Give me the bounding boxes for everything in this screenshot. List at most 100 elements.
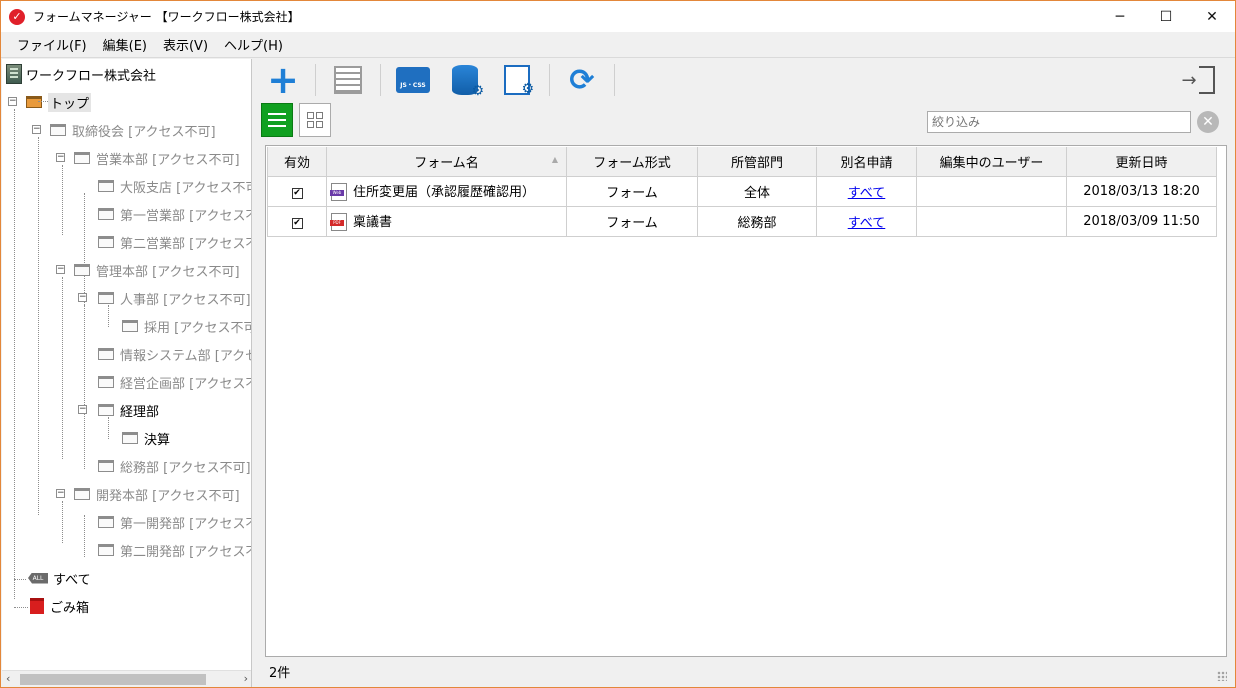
menu-file[interactable]: ファイル(F)	[9, 35, 95, 54]
alias-link[interactable]: すべて	[848, 186, 886, 201]
trash-icon	[30, 598, 44, 614]
app-logo-icon: ✓	[9, 8, 25, 25]
column-header-form-name[interactable]: フォーム名 ▲	[326, 147, 567, 177]
tree-node-sales-1[interactable]: 第一営業部 [アクセス不可]	[98, 203, 251, 225]
tree-root[interactable]: ワークフロー株式会社	[6, 63, 156, 85]
updated-cell: 2018/03/09 11:50	[1066, 205, 1217, 237]
tree-node-sales-2[interactable]: 第二営業部 [アクセス不可]	[98, 231, 251, 253]
form-count: 2件	[269, 665, 291, 681]
column-header-enabled[interactable]: 有効	[267, 147, 327, 177]
tree-node-dev-1[interactable]: 第一開発部 [アクセス不可]	[98, 511, 251, 533]
scroll-right-icon[interactable]: ›	[244, 672, 248, 685]
folder-icon	[98, 376, 114, 388]
tree-node-admin-hq[interactable]: − 管理本部 [アクセス不可]	[56, 259, 240, 281]
editor-cell	[916, 205, 1067, 237]
collapse-toggle-icon[interactable]: −	[8, 97, 17, 106]
exit-button[interactable]: →	[1181, 63, 1215, 97]
tree-node-label: 開発本部 [アクセス不可]	[96, 488, 240, 504]
minimize-button[interactable]: ─	[1097, 1, 1143, 32]
tree-node-label: 第二営業部 [アクセス不可]	[120, 236, 251, 252]
department-tree-panel: ワークフロー株式会社 − トップ − 取締役会 [アクセス不可] − 営業本部 …	[2, 59, 252, 687]
maximize-button[interactable]: ☐	[1143, 1, 1189, 32]
tree-node-label: 管理本部 [アクセス不可]	[96, 264, 240, 280]
menu-view[interactable]: 表示(V)	[155, 35, 216, 54]
collapse-toggle-icon[interactable]: −	[32, 125, 41, 134]
gear-icon: ⚙	[521, 81, 534, 97]
list-view-button[interactable]	[261, 103, 293, 137]
form-name-cell[interactable]: PDF 稟議書	[326, 205, 567, 237]
folder-icon	[98, 236, 114, 248]
menu-edit[interactable]: 編集(E)	[95, 35, 155, 54]
tile-view-button[interactable]	[299, 103, 331, 137]
folder-icon	[50, 124, 66, 136]
tree-node-general-affairs[interactable]: 総務部 [アクセス不可]	[98, 455, 251, 477]
form-list-button[interactable]	[322, 62, 374, 98]
tree-connector	[38, 137, 39, 515]
tree-node-top[interactable]: − トップ	[8, 91, 92, 113]
tree-node-label: 総務部 [アクセス不可]	[120, 460, 251, 476]
add-form-button[interactable]: +	[257, 61, 309, 99]
tree-node-it[interactable]: 情報システム部 [アクセス不可]	[98, 343, 251, 365]
form-name: 住所変更届（承認履歴確認用）	[353, 184, 536, 200]
app-window: ✓ フォームマネージャー 【ワークフロー株式会社】 ─ ☐ ✕ ファイル(F) …	[0, 0, 1236, 688]
tree-node-label: 大阪支店 [アクセス不可]	[120, 180, 252, 196]
form-grid: 有効 フォーム名 ▲ フォーム形式 所管部門 別名申請 編集中のユーザー 更新日…	[265, 145, 1227, 657]
title-bar: ✓ フォームマネージャー 【ワークフロー株式会社】 ─ ☐ ✕	[1, 1, 1235, 32]
tree-node-all[interactable]: ALL すべて	[28, 567, 91, 589]
collapse-toggle-icon[interactable]: −	[78, 405, 87, 414]
tree-node-closing[interactable]: 決算	[122, 427, 170, 449]
tree-horizontal-scrollbar[interactable]: ‹ ›	[2, 670, 251, 687]
tree-node-dev-2[interactable]: 第二開発部 [アクセス不可]	[98, 539, 251, 561]
close-button[interactable]: ✕	[1189, 1, 1235, 32]
collapse-toggle-icon[interactable]: −	[56, 489, 65, 498]
tree-connector	[84, 305, 85, 469]
column-header-department[interactable]: 所管部門	[697, 147, 817, 177]
tree-connector	[62, 165, 63, 235]
folder-icon	[98, 544, 114, 556]
column-header-editor[interactable]: 編集中のユーザー	[916, 147, 1067, 177]
alias-link[interactable]: すべて	[848, 216, 886, 231]
scroll-left-icon[interactable]: ‹	[6, 672, 10, 685]
menu-help[interactable]: ヘルプ(H)	[216, 35, 291, 54]
tree-node-recruit[interactable]: 採用 [アクセス不可]	[122, 315, 251, 337]
tree-node-board[interactable]: − 取締役会 [アクセス不可]	[32, 119, 216, 141]
collapse-toggle-icon[interactable]: −	[78, 293, 87, 302]
tree-node-label: 第二開発部 [アクセス不可]	[120, 544, 251, 560]
tree-node-dev-hq[interactable]: − 開発本部 [アクセス不可]	[56, 483, 240, 505]
filter-input[interactable]	[927, 111, 1191, 133]
tree-node-trash[interactable]: ごみ箱	[30, 595, 89, 617]
tree-root-label: ワークフロー株式会社	[26, 68, 157, 84]
table-row[interactable]: ✔ Web 住所変更届（承認履歴確認用） フォーム 全体 すべて 2018/03/…	[267, 175, 1217, 207]
column-header-updated[interactable]: 更新日時	[1066, 147, 1217, 177]
collapse-toggle-icon[interactable]: −	[56, 153, 65, 162]
permission-settings-button[interactable]: ⚙	[491, 62, 543, 98]
department-cell: 全体	[697, 175, 817, 207]
js-css-folder-button[interactable]: JS・CSS	[387, 62, 439, 98]
folder-icon	[98, 208, 114, 220]
form-name-cell[interactable]: Web 住所変更届（承認履歴確認用）	[326, 175, 567, 207]
enabled-checkbox[interactable]: ✔	[291, 217, 303, 229]
tree-node-sales-hq[interactable]: − 営業本部 [アクセス不可]	[56, 147, 240, 169]
scrollbar-thumb[interactable]	[20, 674, 206, 685]
resize-grip-icon[interactable]	[1217, 671, 1227, 681]
building-icon	[6, 64, 22, 84]
column-header-format[interactable]: フォーム形式	[566, 147, 698, 177]
exit-arrow-icon: →	[1181, 69, 1197, 91]
column-header-alias[interactable]: 別名申請	[816, 147, 917, 177]
list-view-icon	[268, 113, 286, 127]
list-document-icon	[334, 66, 362, 94]
collapse-toggle-icon[interactable]: −	[56, 265, 65, 274]
enabled-checkbox[interactable]: ✔	[291, 187, 303, 199]
tree-node-planning[interactable]: 経営企画部 [アクセス不可]	[98, 371, 251, 393]
clear-filter-icon[interactable]: ✕	[1197, 111, 1219, 133]
table-row[interactable]: ✔ PDF 稟議書 フォーム 総務部 すべて 2018/03/09 11:50	[267, 205, 1217, 237]
tree-node-label: 第一開発部 [アクセス不可]	[120, 516, 251, 532]
folder-icon	[74, 264, 90, 276]
tree-node-label: 経営企画部 [アクセス不可]	[120, 376, 251, 392]
toolbar-separator	[614, 64, 615, 96]
tree-node-osaka-branch[interactable]: 大阪支店 [アクセス不可]	[98, 175, 252, 197]
tree-node-accounting[interactable]: − 経理部	[78, 399, 159, 421]
refresh-button[interactable]: ⟳	[556, 62, 608, 98]
tree-node-hr[interactable]: − 人事部 [アクセス不可]	[78, 287, 251, 309]
database-settings-button[interactable]: ⚙	[439, 62, 491, 99]
